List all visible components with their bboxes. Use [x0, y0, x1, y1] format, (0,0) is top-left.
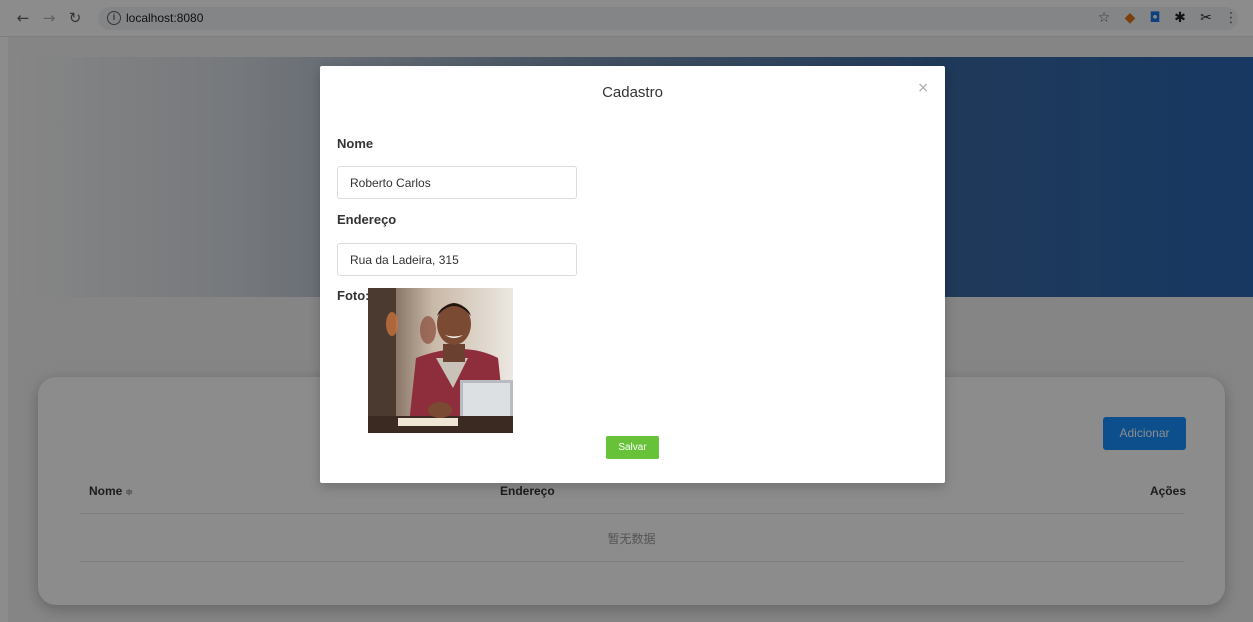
registration-modal: Cadastro × Nome Endereço Foto:	[320, 66, 945, 483]
photo-illustration	[368, 288, 513, 433]
close-icon[interactable]: ×	[917, 80, 929, 96]
address-input[interactable]	[337, 243, 577, 276]
name-label: Nome	[337, 136, 374, 151]
profile-photo	[368, 288, 513, 433]
address-label: Endereço	[337, 212, 397, 227]
save-button[interactable]: Salvar	[606, 436, 659, 459]
name-input[interactable]	[337, 166, 577, 199]
photo-label: Foto:	[337, 288, 370, 303]
modal-title: Cadastro	[602, 84, 663, 101]
